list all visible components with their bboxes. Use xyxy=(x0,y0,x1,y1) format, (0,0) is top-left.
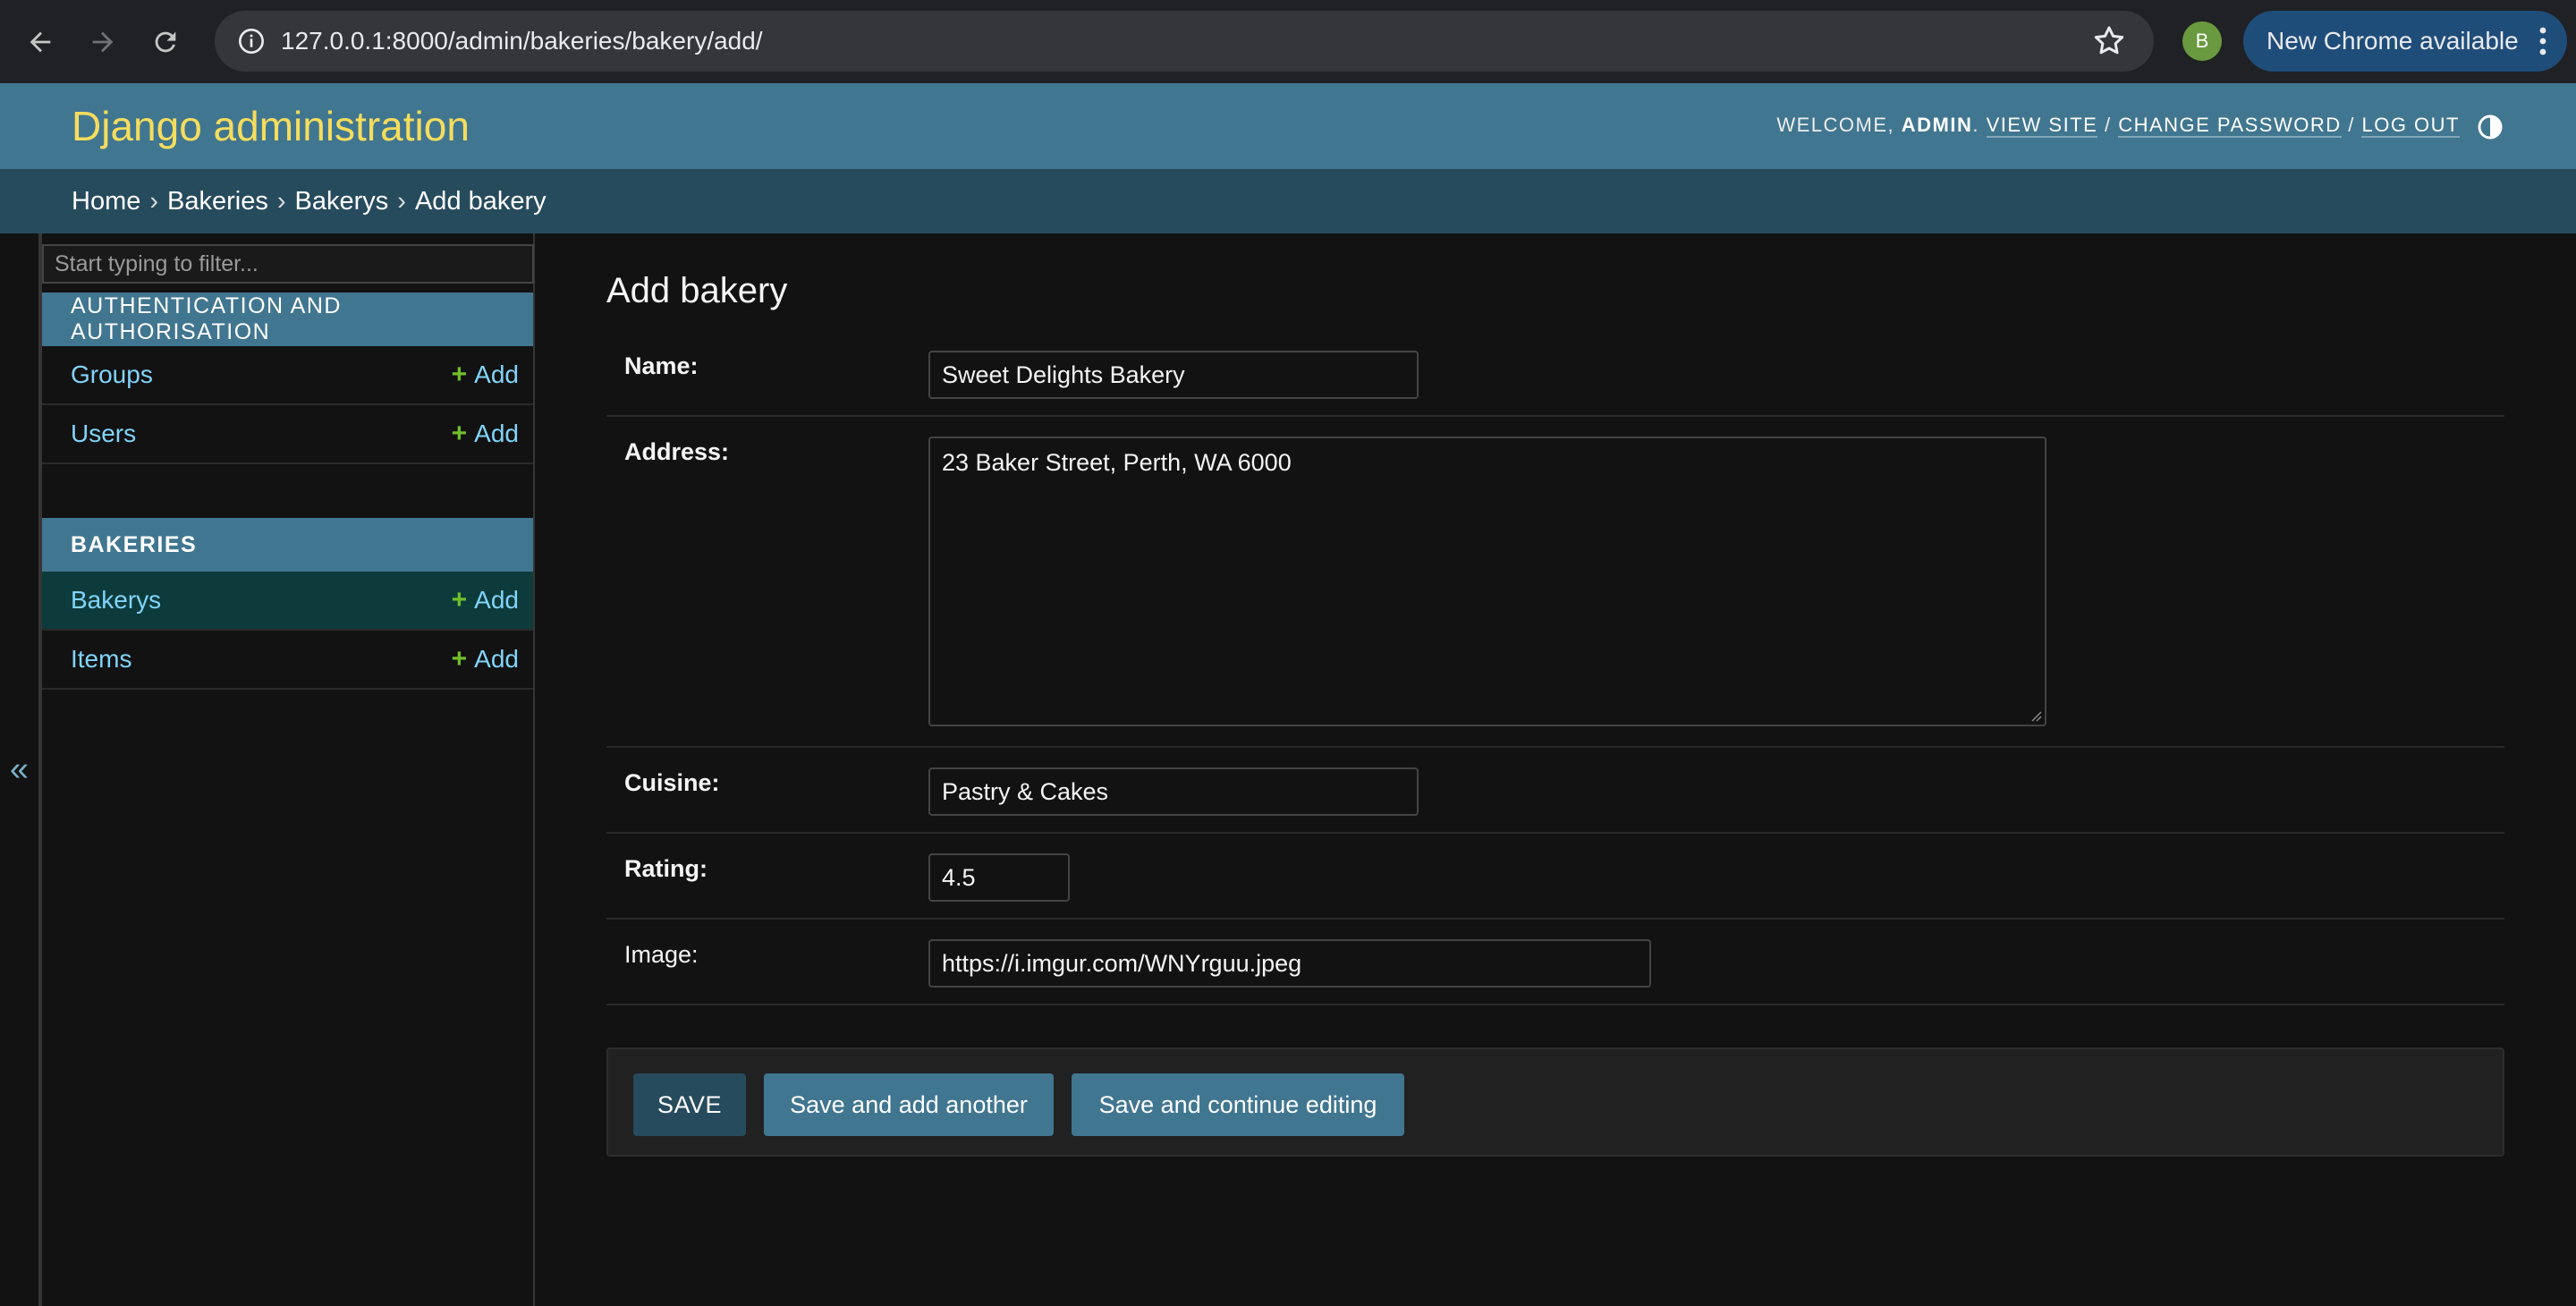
form-row-name: Name: Sweet Delights Bakery xyxy=(606,331,2504,417)
reload-button[interactable] xyxy=(134,11,197,73)
nav-sidebar: Start typing to filter... AUTHENTICATION… xyxy=(40,233,535,1306)
breadcrumb-current: Add bakery xyxy=(414,186,547,216)
view-site-link[interactable]: VIEW SITE xyxy=(1986,114,2098,138)
welcome-text: WELCOME, xyxy=(1776,114,1895,136)
page-title: Add bakery xyxy=(606,271,788,310)
change-password-link[interactable]: CHANGE PASSWORD xyxy=(2118,114,2342,138)
save-add-another-button[interactable]: Save and add another xyxy=(764,1073,1054,1136)
add-label: Add xyxy=(474,420,519,447)
breadcrumb-separator: › xyxy=(149,186,159,216)
arrow-left-icon xyxy=(30,31,51,52)
module-auth: AUTHENTICATION AND AUTHORISATION Groups … xyxy=(42,293,533,464)
breadcrumb-separator: › xyxy=(397,186,406,216)
items-add-link[interactable]: + Add xyxy=(452,644,519,674)
users-add-link[interactable]: + Add xyxy=(452,419,519,449)
plus-icon: + xyxy=(451,644,468,674)
breadcrumb: Home › Bakeries › Bakerys › Add bakery xyxy=(0,169,2576,233)
bakerys-add-link[interactable]: + Add xyxy=(452,585,519,615)
bookmark-star-icon[interactable] xyxy=(2091,23,2127,59)
module-bakeries: BAKERIES Bakerys + Add Items + Add xyxy=(42,518,533,690)
address-value: 23 Baker Street, Perth, WA 6000 xyxy=(942,449,1292,476)
items-link[interactable]: Items xyxy=(71,645,131,674)
breadcrumb-app[interactable]: Bakeries xyxy=(167,187,268,216)
submit-row: SAVE Save and add another Save and conti… xyxy=(606,1047,2504,1157)
site-header: Django administration WELCOME, ADMIN. VI… xyxy=(0,83,2576,169)
sidebar-item-items: Items + Add xyxy=(42,631,533,690)
breadcrumb-model[interactable]: Bakerys xyxy=(295,187,389,216)
sidebar-toggle-button[interactable]: « xyxy=(0,233,40,1306)
bakerys-link[interactable]: Bakerys xyxy=(71,586,161,615)
rating-input[interactable]: 4.5 xyxy=(928,853,1070,902)
breadcrumb-separator: › xyxy=(276,186,286,216)
site-brand[interactable]: Django administration xyxy=(72,102,470,150)
main-content: Add bakery Name: Sweet Delights Bakery A… xyxy=(606,233,2504,1157)
save-button[interactable]: SAVE xyxy=(633,1073,746,1136)
bakery-form: Name: Sweet Delights Bakery Address: 23 … xyxy=(606,311,2504,1157)
rating-label: Rating: xyxy=(624,855,708,882)
forward-button[interactable] xyxy=(72,11,134,73)
save-continue-button[interactable]: Save and continue editing xyxy=(1072,1073,1404,1136)
add-label: Add xyxy=(474,586,519,614)
breadcrumb-home[interactable]: Home xyxy=(72,187,140,216)
name-label: Name: xyxy=(624,352,699,379)
address-textarea[interactable]: 23 Baker Street, Perth, WA 6000 xyxy=(928,437,2046,726)
groups-link[interactable]: Groups xyxy=(71,360,153,389)
arrow-right-icon xyxy=(92,31,114,52)
groups-add-link[interactable]: + Add xyxy=(452,360,519,390)
add-label: Add xyxy=(474,645,519,673)
address-label: Address: xyxy=(624,438,730,465)
form-row-address: Address: 23 Baker Street, Perth, WA 6000 xyxy=(606,417,2504,748)
add-label: Add xyxy=(474,360,519,388)
nav-filter-input[interactable]: Start typing to filter... xyxy=(42,244,534,284)
plus-icon: + xyxy=(451,585,468,615)
image-url-input[interactable]: https://i.imgur.com/WNYrguu.jpeg xyxy=(928,939,1651,988)
sidebar-item-bakerys: Bakerys + Add xyxy=(42,572,533,631)
plus-icon: + xyxy=(451,360,468,389)
users-link[interactable]: Users xyxy=(71,420,136,448)
back-button[interactable] xyxy=(9,11,72,73)
form-row-cuisine: Cuisine: Pastry & Cakes xyxy=(606,748,2504,834)
username: ADMIN xyxy=(1901,114,1973,136)
browser-toolbar: 127.0.0.1:8000/admin/bakeries/bakery/add… xyxy=(0,0,2576,83)
more-menu-icon xyxy=(2539,27,2546,55)
cuisine-label: Cuisine: xyxy=(624,769,720,796)
url-text: 127.0.0.1:8000/admin/bakeries/bakery/add… xyxy=(281,27,763,55)
module-caption-auth[interactable]: AUTHENTICATION AND AUTHORISATION xyxy=(42,293,533,346)
site-info-icon[interactable] xyxy=(233,22,270,60)
user-tools: WELCOME, ADMIN. VIEW SITE / CHANGE PASSW… xyxy=(1776,114,2460,138)
module-caption-bakeries[interactable]: BAKERIES xyxy=(42,518,533,572)
theme-toggle-icon[interactable] xyxy=(2476,113,2504,141)
sidebar-item-users: Users + Add xyxy=(42,405,533,464)
form-row-rating: Rating: 4.5 xyxy=(606,834,2504,920)
name-input[interactable]: Sweet Delights Bakery xyxy=(928,351,1419,399)
plus-icon: + xyxy=(451,419,468,448)
image-label: Image: xyxy=(624,941,699,968)
double-chevron-left-icon: « xyxy=(9,751,30,788)
form-row-image: Image: https://i.imgur.com/WNYrguu.jpeg xyxy=(606,920,2504,1005)
filter-placeholder: Start typing to filter... xyxy=(55,250,258,276)
chrome-update-button[interactable]: New Chrome available xyxy=(2243,11,2567,72)
sidebar-item-groups: Groups + Add xyxy=(42,346,533,405)
resize-handle-icon[interactable] xyxy=(2029,709,2042,722)
profile-avatar[interactable]: B xyxy=(2182,21,2222,61)
address-bar[interactable]: 127.0.0.1:8000/admin/bakeries/bakery/add… xyxy=(215,11,2154,72)
log-out-link[interactable]: LOG OUT xyxy=(2361,114,2460,138)
cuisine-input[interactable]: Pastry & Cakes xyxy=(928,767,1419,816)
update-label: New Chrome available xyxy=(2267,27,2519,55)
reload-icon xyxy=(155,31,176,52)
